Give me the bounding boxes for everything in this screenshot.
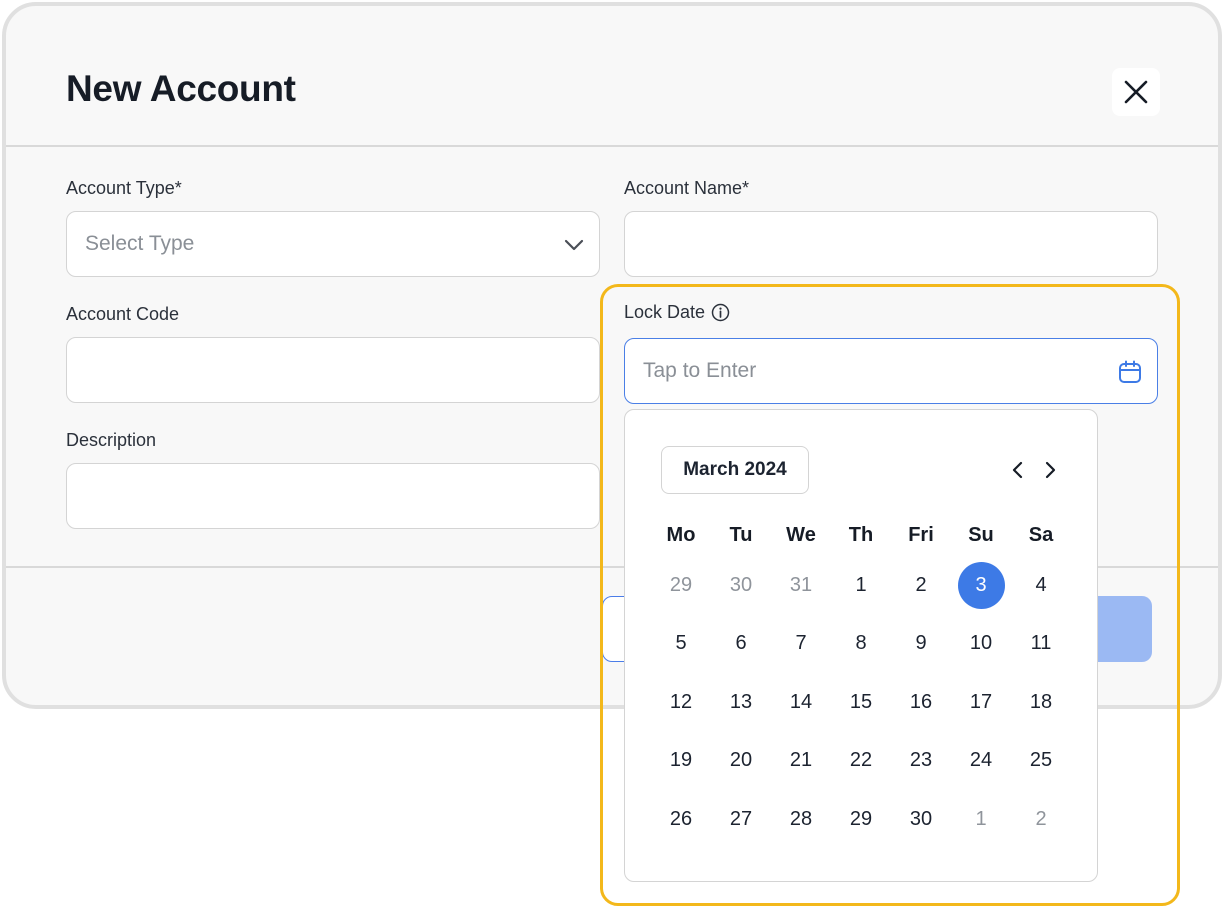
calendar-week-row: 5 6 7 8 9 10 11: [651, 615, 1071, 674]
description-input[interactable]: [66, 463, 600, 529]
calendar-day[interactable]: 27: [711, 808, 771, 831]
calendar-day[interactable]: 12: [651, 691, 711, 714]
calendar-week-row: 19 20 21 22 23 24 25: [651, 732, 1071, 791]
weekday-label: Su: [968, 523, 994, 546]
account-type-placeholder: Select Type: [85, 232, 195, 255]
calendar-day[interactable]: 22: [831, 749, 891, 772]
description-label: Description: [66, 430, 157, 450]
weekday-label: Th: [848, 523, 874, 546]
calendar-day[interactable]: 5: [651, 632, 711, 655]
date-picker-popup: March 2024 Mo Tu We Th Fri Su Sa 29 30 31 1 2 3 4 5 6 7 8…: [624, 409, 1098, 882]
calendar-day[interactable]: 8: [831, 632, 891, 655]
account-name-label: Account Name*: [624, 178, 750, 198]
weekday-label: Mo: [666, 523, 696, 546]
calendar-day[interactable]: 16: [891, 691, 951, 714]
chevron-right-icon[interactable]: [1040, 460, 1060, 480]
calendar-day-outside-month[interactable]: 30: [711, 574, 771, 597]
calendar-day[interactable]: 23: [891, 749, 951, 772]
lock-date-label-text: Lock Date: [624, 302, 706, 322]
info-icon[interactable]: [711, 303, 730, 322]
calendar-week-row: 26 27 28 29 30 1 2: [651, 790, 1071, 849]
account-type-label: Account Type*: [66, 178, 182, 198]
account-code-input[interactable]: [66, 337, 600, 403]
calendar-day[interactable]: 9: [891, 632, 951, 655]
calendar-day[interactable]: 26: [651, 808, 711, 831]
weekday-label: We: [786, 523, 816, 546]
calendar-day[interactable]: 6: [711, 632, 771, 655]
account-name-input[interactable]: [624, 211, 1158, 277]
month-year-selector[interactable]: March 2024: [661, 446, 809, 494]
account-code-label: Account Code: [66, 304, 180, 324]
calendar-day[interactable]: 2: [891, 574, 951, 597]
calendar-week-row: 12 13 14 15 16 17 18: [651, 673, 1071, 732]
chevron-down-icon: [564, 239, 584, 251]
calendar-day[interactable]: 21: [771, 749, 831, 772]
calendar-day[interactable]: 11: [1011, 632, 1071, 655]
calendar-day[interactable]: 1: [831, 574, 891, 597]
chevron-left-icon[interactable]: [1008, 460, 1028, 480]
selected-day-marker: 3: [957, 561, 1005, 609]
weekday-label: Tu: [729, 523, 753, 546]
calendar-icon[interactable]: [1117, 359, 1143, 385]
calendar-day[interactable]: 18: [1011, 691, 1071, 714]
calendar-day[interactable]: 20: [711, 749, 771, 772]
weekday-label: Fri: [908, 523, 934, 546]
calendar-day[interactable]: 30: [891, 808, 951, 831]
dialog-title: New Account: [66, 68, 296, 109]
calendar-day-outside-month[interactable]: 1: [951, 808, 1011, 831]
header-divider: [6, 145, 1218, 147]
close-button[interactable]: [1112, 68, 1160, 116]
calendar-week-row: 29 30 31 1 2 3 4: [651, 556, 1071, 615]
weekday-label: Sa: [1028, 523, 1054, 546]
lock-date-label: Lock Date: [624, 302, 730, 323]
account-type-select[interactable]: Select Type: [66, 211, 600, 277]
calendar-day[interactable]: 14: [771, 691, 831, 714]
calendar-day-outside-month[interactable]: 31: [771, 574, 831, 597]
calendar-day[interactable]: 29: [831, 808, 891, 831]
calendar-day[interactable]: 13: [711, 691, 771, 714]
close-icon: [1124, 80, 1148, 104]
calendar-day-selected[interactable]: 3: [951, 561, 1011, 609]
lock-date-placeholder: Tap to Enter: [643, 359, 757, 382]
calendar-day[interactable]: 17: [951, 691, 1011, 714]
weekday-header-row: Mo Tu We Th Fri Su Sa: [651, 514, 1071, 556]
calendar-day[interactable]: 4: [1011, 574, 1071, 597]
calendar-day[interactable]: 19: [651, 749, 711, 772]
calendar-day[interactable]: 7: [771, 632, 831, 655]
calendar-day-outside-month[interactable]: 2: [1011, 808, 1071, 831]
calendar-day[interactable]: 28: [771, 808, 831, 831]
calendar-day[interactable]: 15: [831, 691, 891, 714]
calendar-day-outside-month[interactable]: 29: [651, 574, 711, 597]
calendar-grid: Mo Tu We Th Fri Su Sa 29 30 31 1 2 3 4 5 6 7 8 9 10 11 12 13 14…: [651, 514, 1071, 849]
calendar-day[interactable]: 25: [1011, 749, 1071, 772]
calendar-day[interactable]: 24: [951, 749, 1011, 772]
calendar-day[interactable]: 10: [951, 632, 1011, 655]
lock-date-input[interactable]: Tap to Enter: [624, 338, 1158, 404]
